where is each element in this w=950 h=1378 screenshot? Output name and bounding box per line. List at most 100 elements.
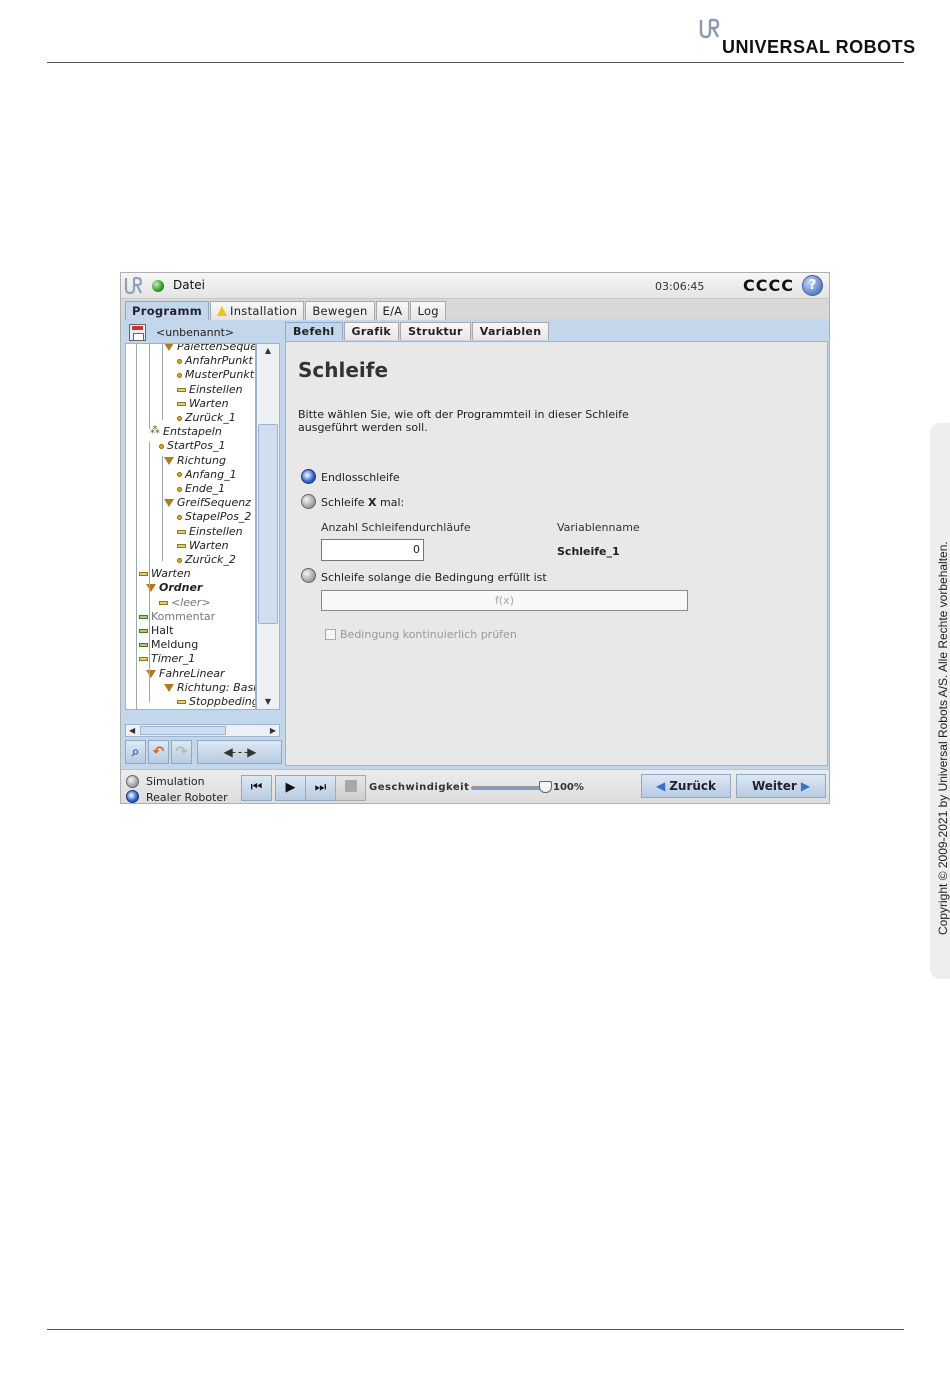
tree-node-label: Kommentar (151, 609, 216, 623)
help-button[interactable]: ? (802, 275, 823, 296)
back-button[interactable]: ◀ Zurück (641, 774, 731, 798)
tree-node[interactable]: FahreLinear (146, 667, 225, 681)
program-tree: PalettenSequenzAnfahrPunktMusterPunktEin… (125, 343, 256, 710)
tree-horizontal-scrollbar[interactable]: ◀ ▶ (125, 724, 280, 737)
search-button[interactable]: ⌕ (125, 740, 146, 764)
tree-connector (162, 344, 163, 420)
condition-expression-input[interactable]: f(x) (321, 590, 688, 611)
tree-node-label: Warten (189, 538, 229, 552)
tree-node[interactable]: Richtung (164, 454, 226, 468)
tree-node-icon (177, 529, 186, 534)
tab-variablen[interactable]: Variablen (471, 322, 550, 340)
move-node-button[interactable]: ◀- - -▶ (197, 740, 282, 764)
undo-icon: ↶ (152, 744, 165, 760)
tab-ea[interactable]: E/A (375, 301, 410, 320)
tree-node[interactable]: GreifSequenz (164, 496, 251, 510)
play-button[interactable]: ▶ (275, 775, 306, 801)
simulation-label: Simulation (146, 775, 205, 788)
scroll-up-icon[interactable]: ▲ (258, 345, 278, 357)
step-button[interactable]: ⏭ (305, 775, 336, 801)
tree-node[interactable]: Halt (139, 624, 173, 638)
tree-node[interactable]: Stoppbeding (177, 695, 255, 709)
undo-button[interactable]: ↶ (148, 740, 169, 764)
next-button[interactable]: Weiter ▶ (736, 774, 826, 798)
loop-times-radio[interactable] (301, 494, 316, 509)
loop-count-input[interactable]: 0 (321, 539, 424, 561)
tree-node[interactable]: AnfahrPunkt (177, 354, 253, 368)
tab-log[interactable]: Log (410, 301, 446, 320)
tree-node[interactable]: Ordner (146, 581, 202, 595)
tree-node[interactable]: Zurück_2 (177, 553, 236, 567)
tree-node[interactable]: StartPos_1 (159, 439, 225, 453)
real-robot-radio[interactable] (126, 790, 139, 803)
tree-node-icon (164, 683, 174, 692)
continuous-check-checkbox[interactable] (325, 629, 336, 640)
tree-node[interactable]: Warten (139, 567, 191, 581)
tab-struktur[interactable]: Struktur (400, 322, 471, 340)
arrow-right-icon: ▶ (800, 779, 811, 793)
redo-icon: ↷ (175, 744, 188, 760)
tree-node-label: StapelPos_2 (185, 510, 252, 524)
tree-node-label: FahreLinear (159, 666, 225, 680)
stop-button[interactable] (335, 775, 366, 801)
arrow-left-icon: ◀ (655, 779, 666, 793)
tree-node[interactable]: Einstellen (177, 383, 243, 397)
search-icon: ⌕ (131, 744, 140, 760)
tree-node[interactable]: Zurück_1 (177, 411, 236, 425)
save-icon[interactable] (129, 324, 146, 341)
tree-node-icon (139, 614, 148, 619)
loop-condition-radio[interactable] (301, 568, 316, 583)
endless-loop-radio[interactable] (301, 469, 316, 484)
app-screenshot: Datei 03:06:45 CCCC ? Programm Installat… (120, 272, 830, 804)
panel-description: Bitte wählen Sie, wie oft der Programmte… (298, 408, 629, 434)
tree-node[interactable]: Entstapeln (150, 424, 222, 439)
tree-node-label: Warten (151, 567, 191, 581)
tree-node[interactable]: PalettenSequenz (164, 344, 255, 354)
tree-node[interactable]: Kommentar (139, 610, 215, 624)
tree-node-label: Schleife (159, 709, 207, 710)
tree-node[interactable]: Timer_1 (139, 652, 195, 666)
tree-node[interactable]: StapelPos_2 (177, 510, 251, 524)
redo-button[interactable]: ↷ (171, 740, 192, 764)
tree-node[interactable]: Schleife (146, 709, 207, 710)
tree-node[interactable]: Ende_1 (177, 482, 225, 496)
continuous-check-label: Bedingung kontinuierlich prüfen (340, 628, 517, 641)
tree-node[interactable]: Warten (177, 397, 229, 411)
file-menu[interactable]: Datei (173, 278, 205, 292)
tree-node-label: <leer> (171, 595, 211, 609)
tree-node[interactable]: Meldung (139, 638, 198, 652)
tree-node[interactable]: Einstellen (177, 525, 243, 539)
robot-name: CCCC (743, 276, 794, 295)
scroll-thumb[interactable] (258, 424, 278, 624)
speed-slider-thumb[interactable] (539, 781, 552, 793)
tab-befehl[interactable]: Befehl (285, 322, 343, 340)
simulation-radio[interactable] (126, 775, 139, 788)
hscroll-thumb[interactable] (140, 726, 226, 735)
tree-node[interactable]: Richtung: Basis (164, 680, 256, 695)
tab-installation[interactable]: Installation (210, 301, 305, 320)
tree-node[interactable]: Anfang_1 (177, 468, 237, 482)
tree-node-icon (139, 572, 148, 577)
tree-vertical-scrollbar[interactable]: ▲ ▼ (256, 343, 280, 710)
tree-node-label: Richtung: Basis (177, 680, 256, 694)
tree-node-icon (164, 456, 174, 465)
back-label: Zurück (669, 779, 717, 793)
control-bar: Simulation Realer Roboter ⏮ ▶ ⏭ Geschwin… (121, 769, 829, 803)
tree-node[interactable]: MusterPunkt (177, 368, 254, 382)
skip-back-button[interactable]: ⏮ (241, 775, 272, 801)
tree-node[interactable]: Warten (177, 539, 229, 553)
tree-node[interactable]: <leer> (159, 596, 211, 610)
tab-bewegen[interactable]: Bewegen (305, 301, 375, 320)
scroll-right-icon[interactable]: ▶ (270, 725, 276, 736)
robot-status-icon (152, 280, 164, 292)
tree-node-label: Halt (151, 624, 174, 637)
tree-node-icon (177, 358, 182, 364)
play-icon: ▶ (285, 780, 296, 795)
scroll-down-icon[interactable]: ▼ (258, 696, 278, 708)
tab-programm[interactable]: Programm (125, 301, 210, 320)
move-arrows-icon: ◀- - -▶ (223, 745, 256, 759)
tree-node-label: Timer_1 (151, 652, 196, 666)
scroll-left-icon[interactable]: ◀ (129, 725, 135, 736)
tab-grafik[interactable]: Grafik (343, 322, 400, 340)
program-name: <unbenannt> (156, 326, 235, 339)
